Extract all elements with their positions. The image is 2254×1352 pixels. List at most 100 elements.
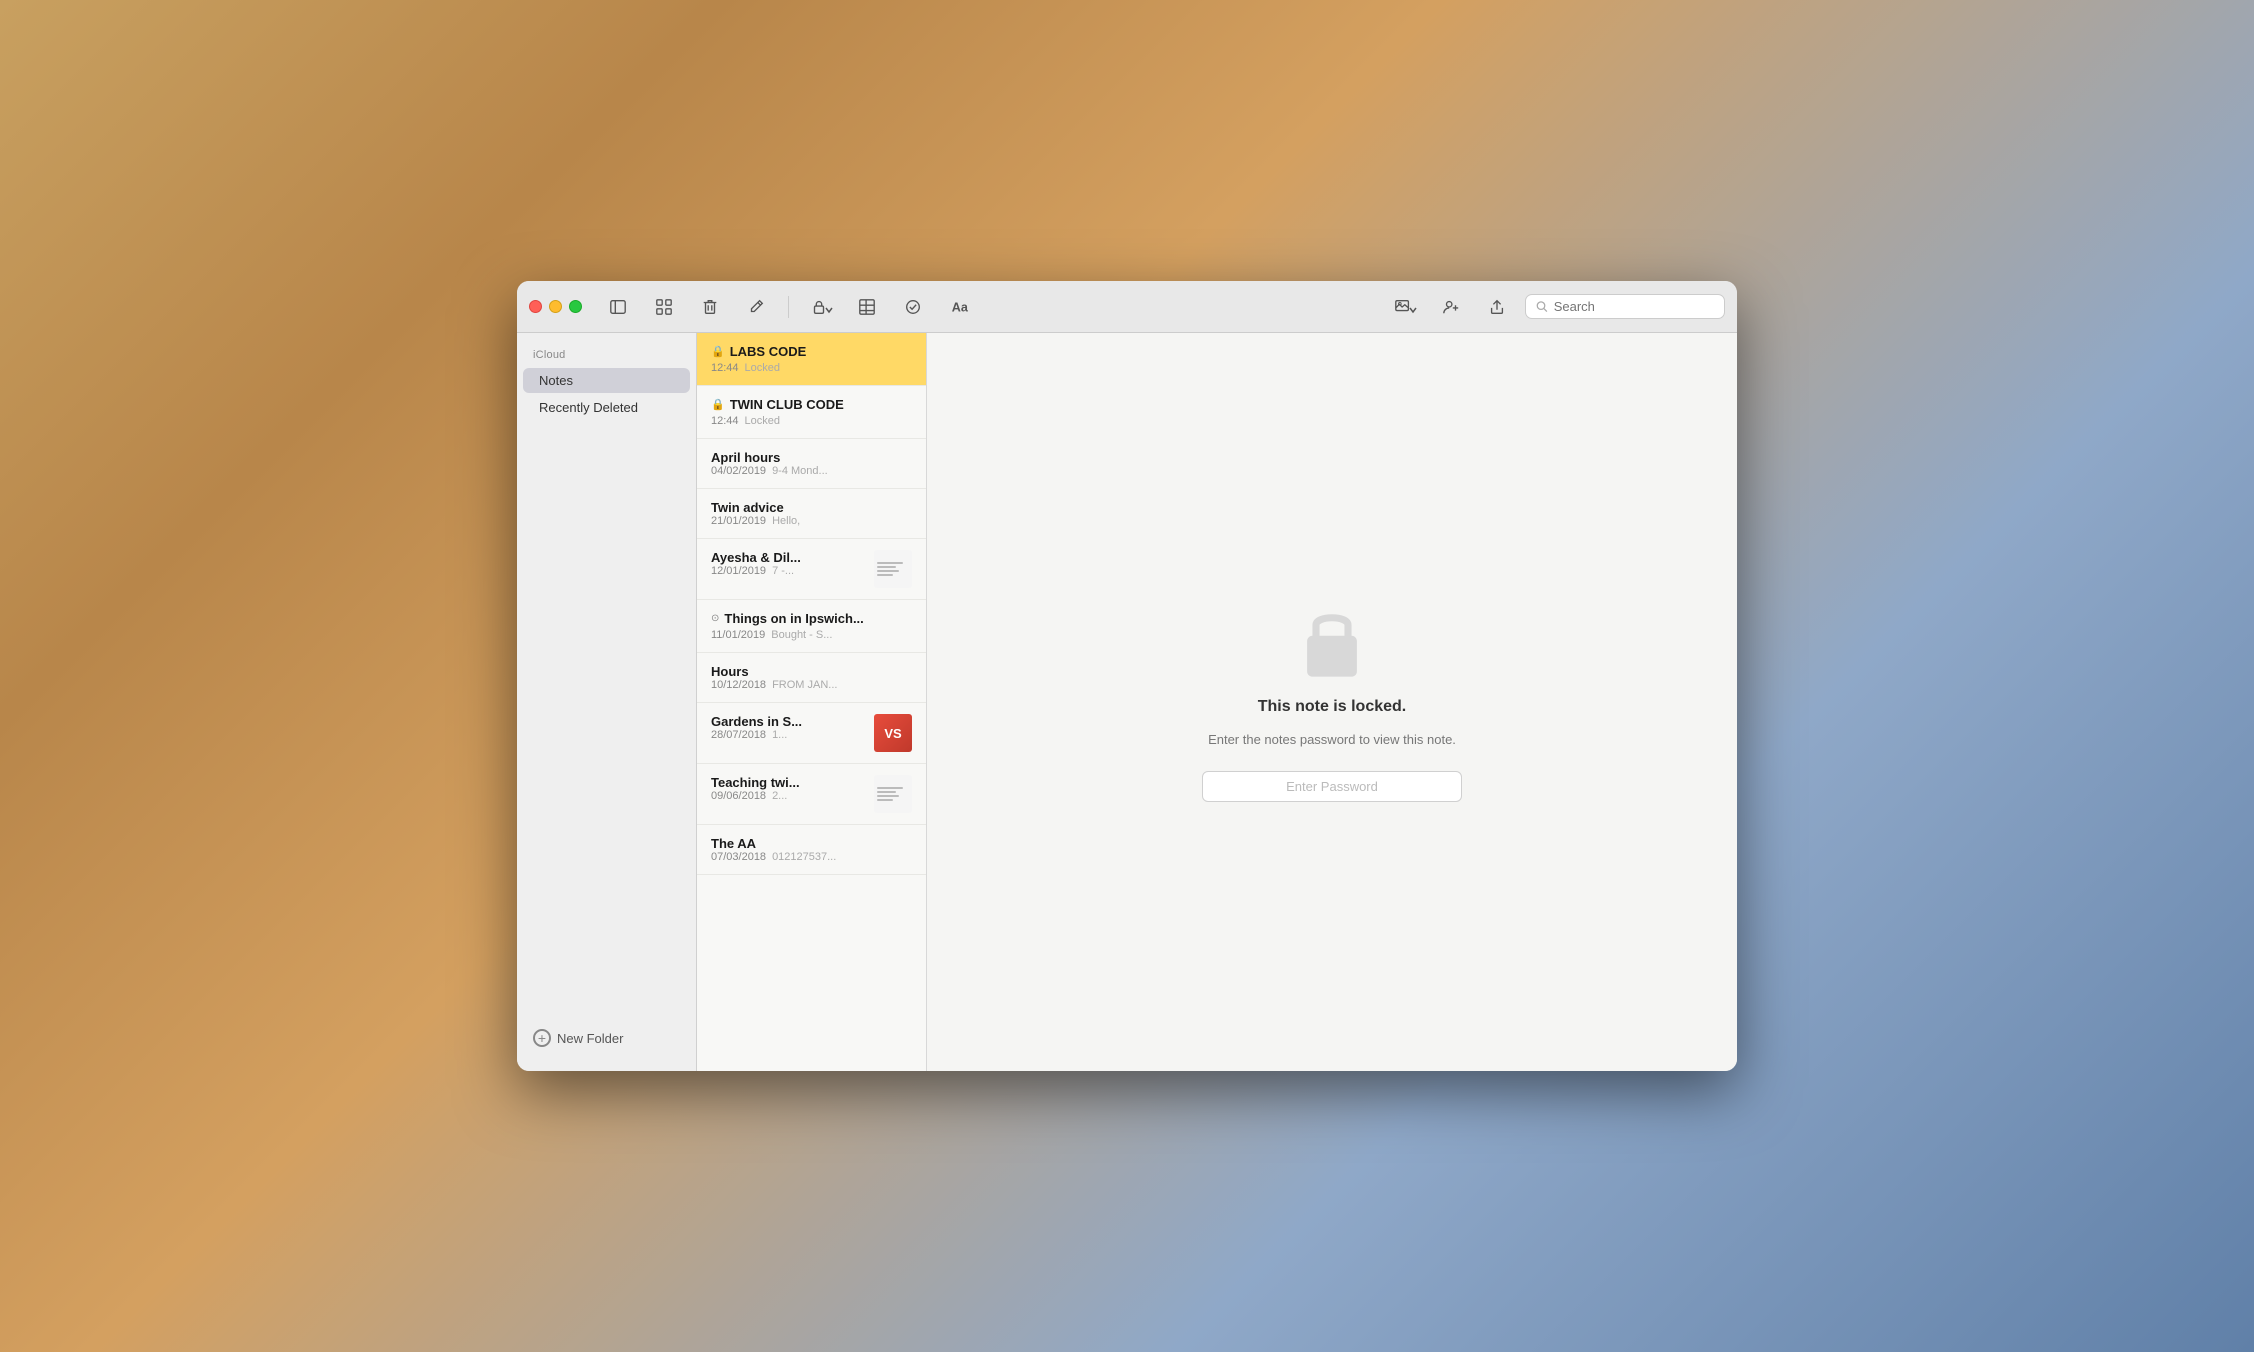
- note-item-things-ipswich[interactable]: ⊙ Things on in Ipswich... 11/01/2019 Bou…: [697, 600, 926, 653]
- search-icon: [1536, 300, 1548, 313]
- main-content: iCloud Notes Recently Deleted + New Fold…: [517, 333, 1737, 1071]
- collaborate-icon: [1442, 298, 1460, 316]
- note-title: Teaching twi...: [711, 775, 866, 790]
- collaborate-button[interactable]: [1433, 292, 1469, 322]
- note-preview: Bought - S...: [771, 629, 832, 641]
- note-body: Gardens in S... 28/07/2018 1... VS: [711, 714, 912, 752]
- note-meta: 21/01/2019 Hello,: [711, 515, 912, 527]
- note-date: 12:44: [711, 415, 739, 427]
- note-meta: 28/07/2018 1...: [711, 729, 866, 741]
- note-date: 21/01/2019: [711, 515, 766, 527]
- note-title: Things on in Ipswich...: [724, 611, 863, 626]
- note-thumbnail: [874, 550, 912, 588]
- sidebar-item-notes[interactable]: Notes: [523, 368, 690, 393]
- close-button[interactable]: [529, 300, 542, 313]
- password-input[interactable]: [1202, 771, 1462, 802]
- note-preview: 1...: [772, 729, 787, 741]
- note-text: April hours 04/02/2019 9-4 Mond...: [711, 450, 912, 477]
- lock-icon: 🔒: [711, 398, 725, 411]
- notes-window: Aa: [517, 281, 1737, 1071]
- note-body: The AA 07/03/2018 012127537...: [711, 836, 912, 863]
- note-title: April hours: [711, 450, 912, 465]
- search-bar[interactable]: [1525, 294, 1725, 319]
- lock-chevron-icon: [825, 306, 833, 314]
- note-meta: 07/03/2018 012127537...: [711, 851, 912, 863]
- sidebar-section-icloud: iCloud: [517, 345, 696, 367]
- checklist-button[interactable]: [895, 292, 931, 322]
- sidebar-item-recently-deleted[interactable]: Recently Deleted: [523, 395, 690, 420]
- note-item-hours[interactable]: Hours 10/12/2018 FROM JAN...: [697, 653, 926, 703]
- pinned-icon: ⊙: [711, 613, 719, 624]
- grid-view-button[interactable]: [646, 292, 682, 322]
- note-header: ⊙ Things on in Ipswich...: [711, 611, 912, 626]
- note-item-teaching-twi[interactable]: Teaching twi... 09/06/2018 2...: [697, 764, 926, 825]
- note-item-labs-code[interactable]: 🔒 LABS CODE 12:44 Locked: [697, 333, 926, 386]
- thumb-vs: VS: [874, 714, 912, 752]
- note-date: 10/12/2018: [711, 679, 766, 691]
- note-body: Teaching twi... 09/06/2018 2...: [711, 775, 912, 813]
- compose-icon: [747, 298, 765, 316]
- delete-button[interactable]: [692, 292, 728, 322]
- note-meta: 12:44 Locked: [711, 415, 912, 427]
- note-item-gardens[interactable]: Gardens in S... 28/07/2018 1... VS: [697, 703, 926, 764]
- share-button[interactable]: [1479, 292, 1515, 322]
- lock-icon: 🔒: [711, 345, 725, 358]
- traffic-lights: [529, 300, 582, 313]
- table-icon: [858, 298, 876, 316]
- note-title: Hours: [711, 664, 912, 679]
- note-date: 04/02/2019: [711, 465, 766, 477]
- media-button[interactable]: [1387, 292, 1423, 322]
- note-title: The AA: [711, 836, 912, 851]
- note-body: Twin advice 21/01/2019 Hello,: [711, 500, 912, 527]
- maximize-button[interactable]: [569, 300, 582, 313]
- note-date: 12:44: [711, 362, 739, 374]
- note-meta: 12:44 Locked: [711, 362, 912, 374]
- password-input-wrapper: [1202, 771, 1462, 802]
- note-date: 12/01/2019: [711, 565, 766, 577]
- checklist-icon: [904, 298, 922, 316]
- toolbar-sep-1: [788, 296, 789, 318]
- minimize-button[interactable]: [549, 300, 562, 313]
- note-header: 🔒 LABS CODE: [711, 344, 912, 359]
- note-preview: 2...: [772, 790, 787, 802]
- compose-button[interactable]: [738, 292, 774, 322]
- locked-title: This note is locked.: [1258, 698, 1406, 716]
- note-preview: Locked: [745, 415, 780, 427]
- note-item-twin-advice[interactable]: Twin advice 21/01/2019 Hello,: [697, 489, 926, 539]
- note-body: Hours 10/12/2018 FROM JAN...: [711, 664, 912, 691]
- note-text: Teaching twi... 09/06/2018 2...: [711, 775, 866, 802]
- note-thumbnail: [874, 775, 912, 813]
- new-folder-button[interactable]: + New Folder: [533, 1029, 623, 1047]
- sidebar-toggle-button[interactable]: [600, 292, 636, 322]
- note-title: Twin advice: [711, 500, 912, 515]
- grid-icon: [655, 298, 673, 316]
- note-body: April hours 04/02/2019 9-4 Mond...: [711, 450, 912, 477]
- note-title: Gardens in S...: [711, 714, 866, 729]
- note-title: LABS CODE: [730, 344, 807, 359]
- note-item-ayesha-dil[interactable]: Ayesha & Dil... 12/01/2019 7 -...: [697, 539, 926, 600]
- note-date: 07/03/2018: [711, 851, 766, 863]
- notes-list: 🔒 LABS CODE 12:44 Locked 🔒 TWIN CLUB COD…: [697, 333, 927, 1071]
- note-preview: Hello,: [772, 515, 800, 527]
- format-button[interactable]: Aa: [941, 292, 977, 322]
- note-date: 11/01/2019: [711, 629, 765, 641]
- note-meta: 12/01/2019 7 -...: [711, 565, 866, 577]
- thumb-doc: [874, 550, 912, 588]
- media-chevron-icon: [1409, 306, 1417, 314]
- note-item-april-hours[interactable]: April hours 04/02/2019 9-4 Mond...: [697, 439, 926, 489]
- note-meta: 09/06/2018 2...: [711, 790, 866, 802]
- note-item-twin-club-code[interactable]: 🔒 TWIN CLUB CODE 12:44 Locked: [697, 386, 926, 439]
- table-button[interactable]: [849, 292, 885, 322]
- locked-subtitle: Enter the notes password to view this no…: [1208, 732, 1456, 747]
- note-preview: FROM JAN...: [772, 679, 837, 691]
- note-meta: 10/12/2018 FROM JAN...: [711, 679, 912, 691]
- trash-icon: [701, 298, 719, 316]
- lock-button[interactable]: [803, 292, 839, 322]
- note-text: The AA 07/03/2018 012127537...: [711, 836, 912, 863]
- note-title: Ayesha & Dil...: [711, 550, 866, 565]
- new-folder-label: New Folder: [557, 1031, 623, 1046]
- note-item-the-aa[interactable]: The AA 07/03/2018 012127537...: [697, 825, 926, 875]
- note-header: 🔒 TWIN CLUB CODE: [711, 397, 912, 412]
- sidebar-toggle-icon: [609, 298, 627, 316]
- search-input[interactable]: [1554, 299, 1714, 314]
